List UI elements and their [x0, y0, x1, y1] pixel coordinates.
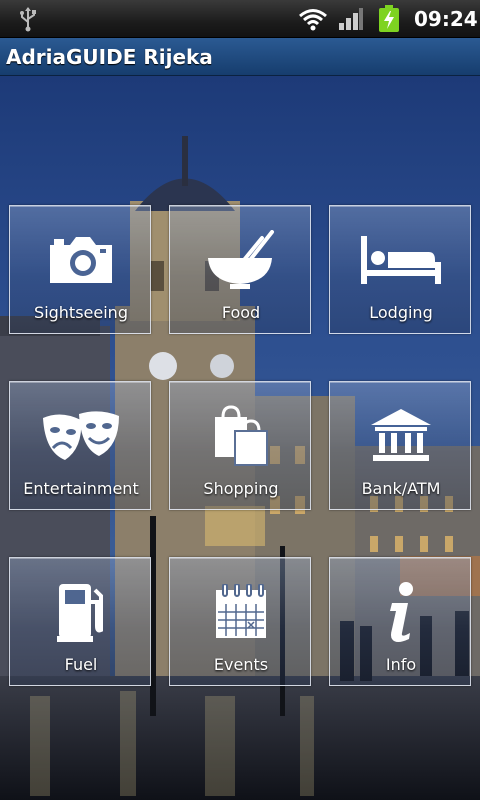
bowl-chopsticks-icon [208, 230, 274, 289]
theater-masks-icon [43, 411, 119, 460]
status-time: 09:24 [414, 7, 478, 31]
tile-info[interactable]: Info [329, 557, 471, 686]
bank-icon [371, 409, 431, 461]
tile-entertainment[interactable]: Entertainment [9, 381, 151, 510]
shopping-bags-icon [215, 405, 268, 466]
tile-sightseeing[interactable]: Sightseeing [9, 205, 151, 334]
tile-label: Events [213, 655, 269, 674]
tile-label: Info [385, 655, 417, 674]
tile-food[interactable]: Food [169, 205, 311, 334]
tile-events[interactable]: Events [169, 557, 311, 686]
tile-label: Bank/ATM [361, 479, 441, 498]
calendar-icon [216, 584, 266, 638]
camera-icon [50, 237, 112, 283]
tile-label: Fuel [64, 655, 98, 674]
info-icon [390, 582, 413, 642]
tile-label: Lodging [369, 303, 433, 322]
tile-label: Entertainment [23, 479, 139, 498]
tile-label: Food [221, 303, 261, 322]
fuel-pump-icon [57, 584, 103, 642]
tile-bank-atm[interactable]: Bank/ATM [329, 381, 471, 510]
battery-charging-icon [379, 5, 399, 32]
signal-icon [339, 8, 363, 30]
tile-fuel[interactable]: Fuel [9, 557, 151, 686]
app-title: AdriaGUIDE Rijeka [6, 45, 213, 69]
tile-label: Shopping [203, 479, 279, 498]
tile-lodging[interactable]: Lodging [329, 205, 471, 334]
tile-shopping[interactable]: Shopping [169, 381, 311, 510]
wifi-icon [299, 9, 327, 31]
status-bar: 09:24 [0, 0, 480, 38]
tile-label: Sightseeing [34, 303, 128, 322]
title-bar: AdriaGUIDE Rijeka [0, 38, 480, 76]
bed-icon [361, 236, 441, 284]
usb-icon [20, 7, 36, 32]
